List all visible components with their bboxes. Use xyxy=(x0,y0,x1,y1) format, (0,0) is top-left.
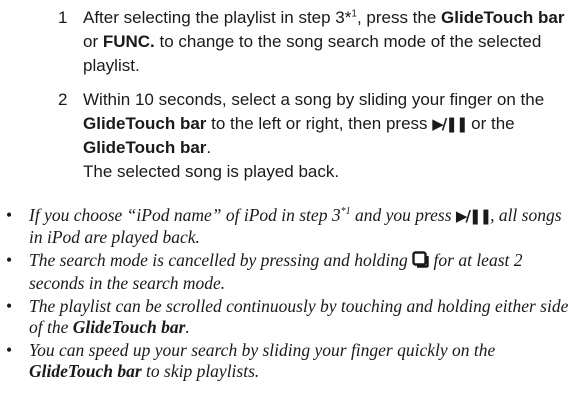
note-4-text-a: You can speed up your search by sliding … xyxy=(29,340,496,360)
step-1-text-c: or xyxy=(83,32,103,51)
bullet: • xyxy=(6,250,13,270)
glidetouch-bar-label: GlideTouch bar xyxy=(72,317,186,337)
glidetouch-bar-label: GlideTouch bar xyxy=(83,138,207,157)
step-2-text-b: to the left or right, then press xyxy=(206,114,433,133)
step-2-text-d: . xyxy=(206,138,212,157)
step-2-result: The selected song is played back. xyxy=(83,162,340,181)
step-2: 2 Within 10 seconds, select a song by sl… xyxy=(58,88,570,184)
bullet: • xyxy=(6,340,13,360)
step-1-text-a: After selecting the playlist in step 3* xyxy=(83,8,352,27)
step-2-text-c: or the xyxy=(466,114,515,133)
glidetouch-bar-label: GlideTouch bar xyxy=(29,361,142,381)
footnote-mark: *1 xyxy=(340,206,351,218)
step-1-text-b: , press the xyxy=(356,8,442,27)
step-1-number: 1 xyxy=(58,8,68,27)
note-1-text-b: and you press xyxy=(350,205,456,225)
note-3: • The playlist can be scrolled continuou… xyxy=(0,296,570,338)
bullet: • xyxy=(6,205,13,225)
step-1-text: After selecting the playlist in step 3*1… xyxy=(83,6,570,78)
bullet: • xyxy=(6,296,13,316)
func-button-label: FUNC. xyxy=(102,32,155,51)
play-pause-icon: ▶/❚❚ xyxy=(432,115,468,133)
notes-list: • If you choose “iPod name” of iPod in s… xyxy=(0,205,570,384)
steps-list: 1 After selecting the playlist in step 3… xyxy=(58,6,570,184)
home-button-icon xyxy=(412,251,429,273)
step-2-text: Within 10 seconds, select a song by slid… xyxy=(83,88,570,184)
note-4: • You can speed up your search by slidin… xyxy=(0,340,570,382)
note-2-text-a: The search mode is cancelled by pressing… xyxy=(29,250,413,270)
step-1: 1 After selecting the playlist in step 3… xyxy=(58,6,570,78)
note-2: • The search mode is cancelled by pressi… xyxy=(0,250,570,294)
step-2-number: 2 xyxy=(58,90,68,109)
play-pause-icon: ▶/❚❚ xyxy=(455,207,492,225)
note-3-text-b: . xyxy=(185,317,190,337)
glidetouch-bar-label: GlideTouch bar xyxy=(83,114,207,133)
step-2-text-a: Within 10 seconds, select a song by slid… xyxy=(83,90,545,109)
note-1-text-a: If you choose “iPod name” of iPod in ste… xyxy=(29,205,341,225)
manual-page: 1 After selecting the playlist in step 3… xyxy=(0,0,570,399)
glidetouch-bar-label: GlideTouch bar xyxy=(441,8,565,27)
note-4-text-b: to skip playlists. xyxy=(141,361,260,381)
note-1: • If you choose “iPod name” of iPod in s… xyxy=(0,205,570,248)
